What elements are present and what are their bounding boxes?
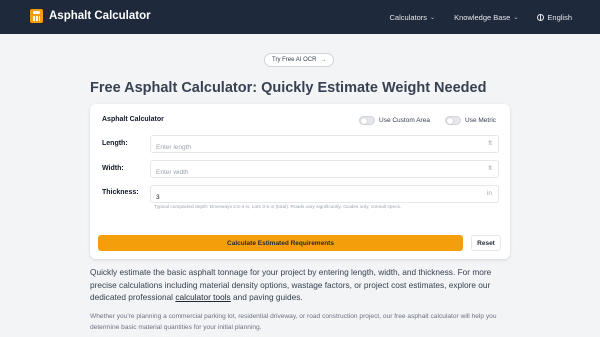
calculator-title: Asphalt Calculator — [102, 116, 164, 123]
nav-calculators-menu[interactable]: Calculators ⌄ — [390, 13, 436, 22]
nav-calculators-label: Calculators — [389, 12, 428, 22]
width-field: ft — [150, 160, 499, 181]
length-unit: ft — [488, 140, 492, 147]
chevron-down-icon: ⌄ — [430, 14, 436, 21]
calculator-card: Asphalt Calculator Use Custom Area Use M… — [90, 104, 510, 259]
chevron-down-icon: ⌄ — [513, 14, 519, 21]
calculator-tools-link[interactable]: calculator tools — [175, 292, 230, 302]
length-field: ft — [150, 135, 499, 156]
globe-icon — [537, 13, 545, 21]
brand-link[interactable]: Asphalt Calculator — [30, 9, 151, 23]
nav-knowledge-base-menu[interactable]: Knowledge Base ⌄ — [454, 13, 518, 22]
toggle-switch-icon[interactable] — [445, 116, 461, 125]
width-label: Width: — [102, 165, 124, 172]
thickness-unit: in — [486, 190, 492, 197]
metric-label: Use Metric — [465, 117, 497, 124]
try-ai-ocr-label: Try Free AI OCR — [272, 57, 317, 63]
nav-knowledge-base-label: Knowledge Base — [454, 12, 511, 22]
language-label: English — [547, 12, 572, 22]
top-navbar: Asphalt Calculator Calculators ⌄ Knowled… — [0, 0, 600, 34]
arrow-right-icon: → — [320, 57, 327, 63]
length-input[interactable] — [151, 139, 471, 156]
intro-text-end: and paving guides. — [230, 292, 303, 303]
reset-button[interactable]: Reset — [471, 235, 501, 251]
nav-links: Calculators ⌄ Knowledge Base ⌄ English — [390, 0, 572, 34]
try-ai-ocr-button[interactable]: Try Free AI OCR → — [264, 53, 335, 67]
thickness-input[interactable] — [151, 189, 471, 206]
width-unit: ft — [488, 165, 492, 172]
thickness-field: in — [150, 185, 499, 206]
secondary-paragraph: Whether you're planning a commercial par… — [90, 313, 497, 331]
toggle-switch-icon[interactable] — [359, 116, 375, 125]
length-label: Length: — [102, 140, 128, 147]
thickness-label: Thickness: — [102, 189, 139, 196]
thickness-hint: Typical compacted depth: Driveways 2.5-4… — [154, 205, 402, 210]
width-input[interactable] — [151, 164, 471, 181]
language-selector[interactable]: English — [537, 13, 572, 22]
intro-paragraph: Quickly estimate the basic asphalt tonna… — [90, 266, 512, 304]
metric-toggle[interactable]: Use Metric — [445, 116, 496, 125]
custom-area-label: Use Custom Area — [379, 117, 430, 124]
custom-area-toggle[interactable]: Use Custom Area — [359, 116, 430, 125]
brand-name: Asphalt Calculator — [49, 10, 151, 22]
calculator-logo-icon — [30, 9, 43, 23]
calculate-button[interactable]: Calculate Estimated Requirements — [98, 235, 463, 251]
page-title: Free Asphalt Calculator: Quickly Estimat… — [90, 80, 487, 96]
